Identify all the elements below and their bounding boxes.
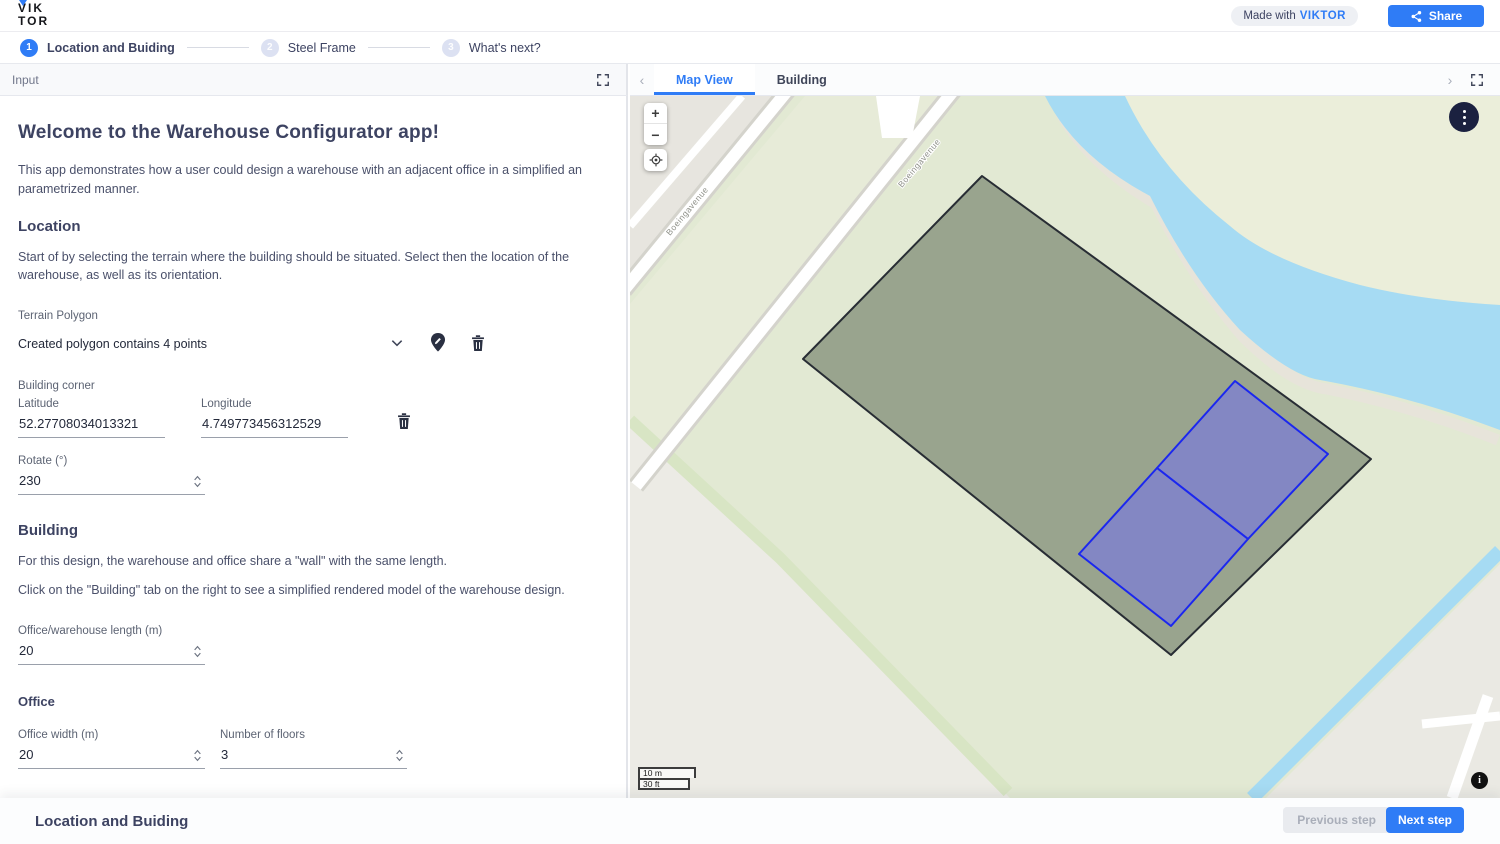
tabs-scroll-right-icon[interactable]: › xyxy=(1438,64,1462,95)
office-width-value[interactable]: 20 xyxy=(18,746,205,769)
step-connector xyxy=(368,47,430,48)
rotate-label: Rotate (°) xyxy=(18,455,205,467)
building-corner-label: Building corner xyxy=(18,380,608,392)
share-button[interactable]: Share xyxy=(1388,5,1484,27)
tab-building-label: Building xyxy=(777,73,827,87)
rotate-stepper[interactable] xyxy=(193,475,202,488)
tab-map-view-label: Map View xyxy=(676,73,733,87)
step-3-whats-next[interactable]: 3 What's next? xyxy=(442,39,541,57)
chevron-down-icon[interactable] xyxy=(390,337,404,349)
building-text-1: For this design, the warehouse and offic… xyxy=(18,552,603,571)
office-warehouse-length-field[interactable]: Office/warehouse length (m) 20 xyxy=(18,625,205,665)
next-step-button[interactable]: Next step xyxy=(1386,807,1464,833)
top-bar: VIK TOR Made with VIKTOR Share xyxy=(0,0,1500,32)
zoom-in-button[interactable]: + xyxy=(644,103,667,124)
terrain-polygon-label: Terrain Polygon xyxy=(18,310,608,322)
location-text: Start of by selecting the terrain where … xyxy=(18,248,603,286)
rotate-field[interactable]: Rotate (°) 230 xyxy=(18,455,205,495)
viktor-logo: VIK TOR xyxy=(18,2,49,28)
number-of-floors-field[interactable]: Number of floors 3 xyxy=(220,729,407,769)
step-1-location-and-building[interactable]: 1 Location and Buiding xyxy=(20,39,175,57)
map-canvas: Boeingavenue Boeingavenue xyxy=(630,96,1500,798)
expand-map-panel-icon[interactable] xyxy=(1470,73,1484,87)
made-with-viktor-badge[interactable]: Made with VIKTOR xyxy=(1231,6,1358,26)
latitude-value[interactable]: 52.27708034013321 xyxy=(18,415,165,438)
bottom-action-bar: Location and Buiding Previous step Next … xyxy=(0,798,1500,844)
office-width-stepper[interactable] xyxy=(193,749,202,762)
share-button-label: Share xyxy=(1429,9,1462,23)
delete-polygon-trash-icon[interactable] xyxy=(471,334,485,351)
page-title: Welcome to the Warehouse Configurator ap… xyxy=(18,122,608,144)
map-view[interactable]: Boeingavenue Boeingavenue + − 10 m 30 ft… xyxy=(630,96,1500,798)
map-options-kebab-button[interactable] xyxy=(1449,102,1479,132)
locate-button[interactable] xyxy=(644,149,667,171)
viktor-logo-line2: TOR xyxy=(18,15,49,28)
input-panel: Welcome to the Warehouse Configurator ap… xyxy=(0,96,628,798)
office-width-field[interactable]: Office width (m) 20 xyxy=(18,729,205,769)
latitude-label: Latitude xyxy=(18,398,165,410)
building-heading: Building xyxy=(18,522,608,539)
map-scale-bar: 10 m 30 ft xyxy=(638,767,696,790)
tab-map-view[interactable]: Map View xyxy=(654,64,755,95)
step-2-label: Steel Frame xyxy=(288,41,356,55)
longitude-label: Longitude xyxy=(201,398,348,410)
tabs-scroll-left-icon[interactable]: ‹ xyxy=(630,64,654,95)
step-connector xyxy=(187,47,249,48)
view-tab-bar: ‹ Map View Building › xyxy=(630,64,1500,96)
edit-polygon-pin-icon[interactable] xyxy=(430,333,446,352)
viktor-logo-triangle-icon xyxy=(19,0,27,6)
step-navigation-bar: 1 Location and Buiding 2 Steel Frame 3 W… xyxy=(0,32,1500,64)
input-panel-header: Input xyxy=(0,64,628,96)
office-warehouse-length-label: Office/warehouse length (m) xyxy=(18,625,205,637)
office-heading: Office xyxy=(18,694,608,709)
zoom-out-button[interactable]: − xyxy=(644,124,667,145)
office-warehouse-length-value[interactable]: 20 xyxy=(18,642,205,665)
number-of-floors-label: Number of floors xyxy=(220,729,407,741)
scale-metric: 10 m xyxy=(638,767,696,778)
location-heading: Location xyxy=(18,218,608,235)
office-width-label: Office width (m) xyxy=(18,729,205,741)
step-2-circle: 2 xyxy=(261,39,279,57)
step-3-label: What's next? xyxy=(469,41,541,55)
input-panel-title: Input xyxy=(12,73,39,87)
building-text-2: Click on the "Building" tab on the right… xyxy=(18,581,603,600)
share-icon xyxy=(1410,10,1423,23)
latitude-field[interactable]: Latitude 52.27708034013321 xyxy=(18,398,165,438)
footer-step-title: Location and Buiding xyxy=(35,813,188,830)
terrain-polygon-field[interactable]: Created polygon contains 4 points xyxy=(18,335,488,353)
made-with-text: Made with xyxy=(1243,10,1295,22)
longitude-field[interactable]: Longitude 4.749773456312529 xyxy=(201,398,348,438)
longitude-value[interactable]: 4.749773456312529 xyxy=(201,415,348,438)
expand-input-panel-icon[interactable] xyxy=(596,73,610,87)
step-1-label: Location and Buiding xyxy=(47,41,175,55)
number-of-floors-value[interactable]: 3 xyxy=(220,746,407,769)
tab-building[interactable]: Building xyxy=(755,64,849,95)
viktor-brand-text: VIKTOR xyxy=(1300,10,1346,22)
terrain-polygon-value: Created polygon contains 4 points xyxy=(18,337,207,351)
previous-step-button[interactable]: Previous step xyxy=(1283,807,1390,833)
floors-stepper[interactable] xyxy=(395,749,404,762)
map-attribution-info-button[interactable]: i xyxy=(1471,772,1488,789)
step-1-circle: 1 xyxy=(20,39,38,57)
length-stepper[interactable] xyxy=(193,645,202,658)
step-3-circle: 3 xyxy=(442,39,460,57)
step-2-steel-frame[interactable]: 2 Steel Frame xyxy=(261,39,356,57)
rotate-value[interactable]: 230 xyxy=(18,472,205,495)
delete-building-corner-trash-icon[interactable] xyxy=(397,412,411,429)
map-zoom-controls: + − xyxy=(644,103,667,145)
intro-text: This app demonstrates how a user could d… xyxy=(18,161,603,199)
locate-crosshair-icon xyxy=(649,153,663,167)
scale-imperial: 30 ft xyxy=(638,778,690,790)
